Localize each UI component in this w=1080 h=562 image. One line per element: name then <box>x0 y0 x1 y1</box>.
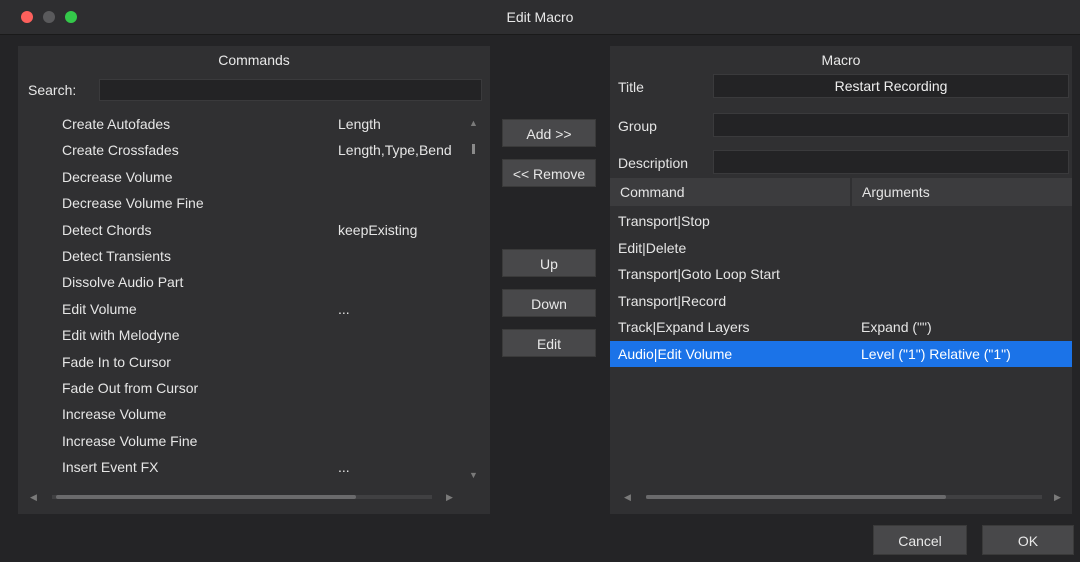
command-list-item[interactable]: Insert Event FX... <box>18 454 468 475</box>
command-arguments: keepExisting <box>338 221 418 238</box>
group-label: Group <box>618 118 657 134</box>
description-label: Description <box>618 155 689 171</box>
cancel-button[interactable]: Cancel <box>873 525 967 555</box>
macro-row-arguments: Level ("1") Relative ("1") <box>861 345 1011 362</box>
command-list-item[interactable]: Dissolve Audio Part <box>18 269 468 295</box>
macro-row-command: Audio|Edit Volume <box>618 345 733 362</box>
macro-horizontal-scrollbar[interactable]: ◀ ▶ <box>618 492 1064 502</box>
title-label: Title <box>618 79 644 95</box>
macro-list-row[interactable]: Transport|Stop <box>610 208 1072 234</box>
title-input[interactable]: Restart Recording <box>713 74 1069 98</box>
macro-list-row[interactable]: Transport|Goto Loop Start <box>610 261 1072 287</box>
commands-horizontal-scrollbar[interactable]: ◀ ▶ <box>28 492 460 502</box>
macro-row-command: Transport|Stop <box>618 213 710 229</box>
command-name: Edit with Melodyne <box>62 327 180 344</box>
commands-panel: Commands Search: Create Autofades Length C… <box>18 46 490 514</box>
macro-command-list[interactable]: Transport|Stop Edit|Delete Transport|Goto … <box>610 208 1072 478</box>
command-name: Edit Volume <box>62 300 137 317</box>
command-arguments: Length <box>338 116 381 132</box>
scroll-right-arrow-icon[interactable]: ▶ <box>446 492 453 502</box>
command-name: Decrease Volume Fine <box>62 195 204 212</box>
commands-search-input[interactable] <box>99 79 482 101</box>
command-name: Create Crossfades <box>62 142 179 159</box>
command-name: Create Autofades <box>62 116 171 132</box>
command-list-item[interactable]: Create Crossfades Length,Type,Bend <box>18 137 468 163</box>
scroll-left-arrow-icon[interactable]: ◀ <box>624 492 631 502</box>
macro-header: Macro <box>821 52 861 68</box>
command-list-item[interactable]: Detect Chords keepExisting <box>18 217 468 243</box>
commands-header: Commands <box>218 52 290 68</box>
command-list-item[interactable]: Fade Out from Cursor <box>18 375 468 401</box>
macro-list-row[interactable]: Audio|Edit Volume Level ("1") Relative ("… <box>610 340 1072 367</box>
scroll-thumb[interactable] <box>472 144 475 154</box>
command-name: Detect Chords <box>62 221 152 238</box>
macro-column-header-command[interactable]: Command <box>610 178 852 206</box>
command-name: Increase Volume <box>62 406 167 423</box>
macro-row-command: Transport|Goto Loop Start <box>618 266 780 282</box>
remove-button[interactable]: << Remove <box>502 159 596 187</box>
command-arguments: ... <box>338 300 350 317</box>
macro-row-command: Track|Expand Layers <box>618 319 750 335</box>
horizontal-scroll-thumb[interactable] <box>56 495 356 499</box>
command-name: Decrease Volume <box>62 168 173 185</box>
scroll-down-arrow-icon[interactable]: ▼ <box>469 470 478 480</box>
command-list-item[interactable]: Increase Volume Fine <box>18 428 468 454</box>
command-name: Insert Event FX <box>62 459 159 475</box>
macro-row-command: Transport|Record <box>618 292 727 309</box>
command-list-item[interactable]: Increase Volume <box>18 401 468 427</box>
title-bar[interactable]: Edit Macro <box>0 0 1080 35</box>
command-name: Detect Transients <box>62 248 171 264</box>
command-name: Increase Volume Fine <box>62 432 198 449</box>
command-list-item[interactable]: Decrease Volume Fine <box>18 190 468 216</box>
macro-row-command: Edit|Delete <box>618 239 687 256</box>
add-button[interactable]: Add >> <box>502 119 596 147</box>
commands-list[interactable]: Create Autofades Length Create Crossfades L… <box>18 111 468 475</box>
scroll-right-arrow-icon[interactable]: ▶ <box>1054 492 1061 502</box>
edit-macro-window: Edit Macro Commands Search: Create Autof… <box>0 0 1080 562</box>
search-label: Search: <box>28 82 77 98</box>
scroll-left-arrow-icon[interactable]: ◀ <box>30 492 37 502</box>
command-list-item[interactable]: Edit with Melodyne <box>18 322 468 348</box>
group-input[interactable] <box>713 113 1069 137</box>
command-name: Dissolve Audio Part <box>62 274 184 291</box>
macro-list-row[interactable]: Transport|Record <box>610 288 1072 314</box>
command-list-item[interactable]: Detect Transients <box>18 243 468 269</box>
column-arguments-label: Arguments <box>862 184 930 200</box>
window-title: Edit Macro <box>506 9 574 25</box>
command-list-item[interactable]: Decrease Volume <box>18 164 468 190</box>
down-button[interactable]: Down <box>502 289 596 317</box>
macro-list-row[interactable]: Track|Expand Layers Expand ("") <box>610 314 1072 340</box>
up-button[interactable]: Up <box>502 249 596 277</box>
macro-column-header-arguments[interactable]: Arguments <box>852 178 1072 206</box>
command-list-item[interactable]: Create Autofades Length <box>18 111 468 137</box>
scroll-up-arrow-icon[interactable]: ▲ <box>469 118 478 128</box>
command-arguments: Length,Type,Bend <box>338 142 452 159</box>
command-name: Fade In to Cursor <box>62 353 171 370</box>
description-input[interactable] <box>713 150 1069 174</box>
ok-button[interactable]: OK <box>982 525 1074 555</box>
column-command-label: Command <box>620 184 685 200</box>
commands-vertical-scrollbar[interactable]: ▲ ▼ <box>468 114 478 484</box>
macro-row-arguments: Expand ("") <box>861 319 932 335</box>
command-list-item[interactable]: Edit Volume... <box>18 296 468 322</box>
macro-list-row[interactable]: Edit|Delete <box>610 235 1072 261</box>
command-arguments: ... <box>338 459 350 475</box>
horizontal-scroll-thumb[interactable] <box>646 495 946 499</box>
command-name: Fade Out from Cursor <box>62 380 199 396</box>
title-value: Restart Recording <box>834 78 948 94</box>
macro-panel: Macro Title Restart Recording Group Desc… <box>610 46 1072 514</box>
command-list-item[interactable]: Fade In to Cursor <box>18 349 468 375</box>
edit-button[interactable]: Edit <box>502 329 596 357</box>
